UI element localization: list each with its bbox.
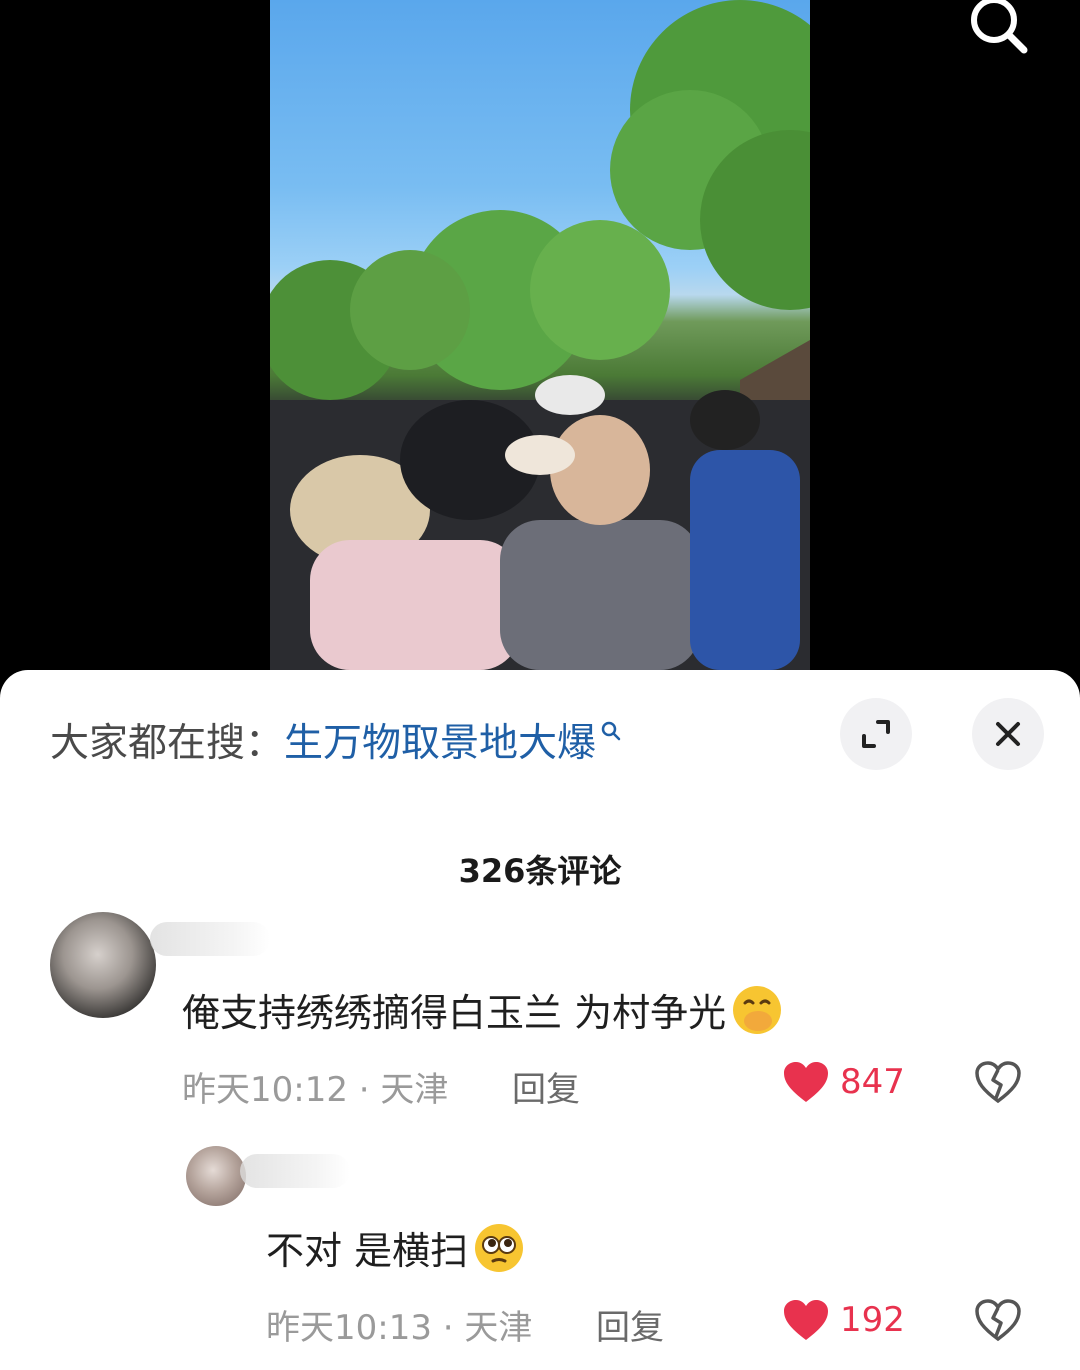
like-count: 847 xyxy=(840,1062,905,1102)
avatar[interactable] xyxy=(186,1146,246,1206)
hand-over-mouth-emoji-icon xyxy=(733,985,782,1034)
comments-panel: 大家都在搜： 生万物取景地大爆 326条评论 俺支持绣绣摘得白玉兰 为村争光 昨… xyxy=(0,670,1080,1370)
expand-button[interactable] xyxy=(840,698,912,770)
comment-body: 不对 是横扫 xyxy=(266,1229,469,1273)
video-frame[interactable] xyxy=(270,0,810,670)
username-blurred[interactable] xyxy=(150,922,270,956)
comment-text[interactable]: 不对 是横扫 xyxy=(266,1220,526,1275)
close-button[interactable] xyxy=(972,698,1044,770)
comments-count: 326条评论 xyxy=(458,852,622,890)
comment-text[interactable]: 俺支持绣绣摘得白玉兰 为村争光 xyxy=(182,982,784,1037)
search-icon xyxy=(971,0,1028,54)
video-scene xyxy=(270,0,810,670)
suggestion-label: 大家都在搜： xyxy=(50,721,285,766)
search-icon xyxy=(601,721,621,741)
dislike-button[interactable] xyxy=(974,1060,1022,1104)
like-count: 192 xyxy=(840,1300,905,1340)
comment-meta: 昨天10:12 · 天津 xyxy=(182,1070,449,1110)
suggestion-query-link[interactable]: 生万物取景地大爆 xyxy=(284,712,596,768)
reply-button[interactable]: 回复 xyxy=(596,1300,664,1349)
avatar[interactable] xyxy=(50,912,156,1018)
broken-heart-icon xyxy=(975,1061,1021,1104)
comment-body: 俺支持绣绣摘得白玉兰 为村争光 xyxy=(182,991,727,1035)
search-button[interactable] xyxy=(958,0,1038,64)
heart-icon xyxy=(784,1300,828,1340)
username-blurred[interactable] xyxy=(240,1154,350,1188)
expand-icon xyxy=(862,720,890,748)
pleading-face-emoji-icon xyxy=(475,1223,524,1272)
comment-meta: 昨天10:13 · 天津 xyxy=(266,1308,533,1348)
close-icon xyxy=(996,722,1020,746)
like-button[interactable]: 847 xyxy=(782,1060,905,1104)
broken-heart-icon xyxy=(975,1299,1021,1342)
video-area[interactable] xyxy=(0,0,1080,690)
dislike-button[interactable] xyxy=(974,1298,1022,1342)
like-button[interactable]: 192 xyxy=(782,1298,905,1342)
reply-button[interactable]: 回复 xyxy=(512,1062,580,1111)
heart-icon xyxy=(784,1062,828,1102)
search-suggestion[interactable]: 大家都在搜： 生万物取景地大爆 xyxy=(50,710,622,770)
